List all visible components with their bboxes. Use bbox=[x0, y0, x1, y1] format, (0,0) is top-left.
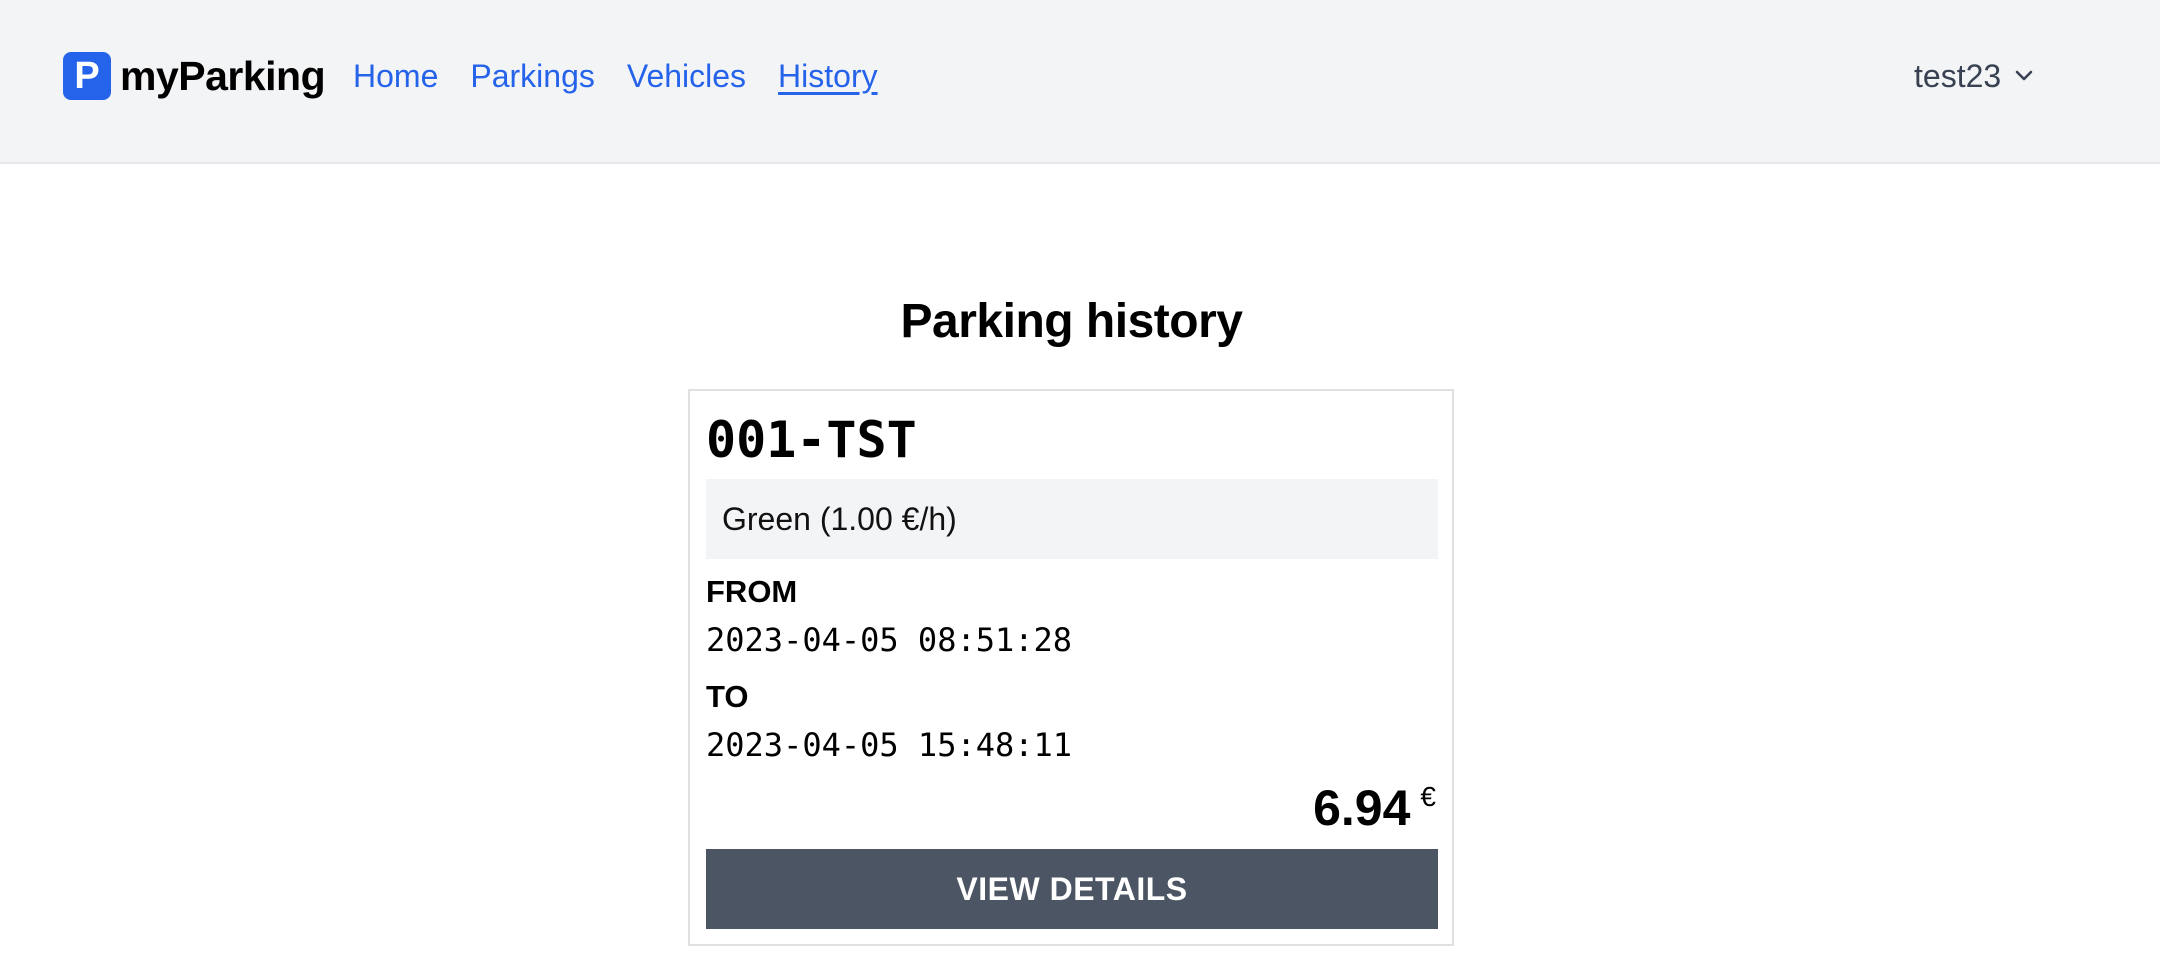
to-value: 2023-04-05 15:48:11 bbox=[706, 726, 1073, 764]
license-plate: 001-TST bbox=[706, 411, 917, 469]
from-value: 2023-04-05 08:51:28 bbox=[706, 621, 1073, 659]
page-title: Parking history bbox=[900, 295, 1243, 348]
nav-links: Home Parkings Vehicles History bbox=[353, 52, 910, 100]
view-details-button[interactable]: VIEW DETAILS bbox=[706, 849, 1438, 929]
price-currency: € bbox=[1420, 781, 1436, 812]
price-amount: 6.94 bbox=[1313, 780, 1411, 836]
nav-link-home[interactable]: Home bbox=[353, 58, 438, 95]
parking-logo-icon: P bbox=[63, 52, 111, 100]
brand-name: myParking bbox=[120, 52, 326, 99]
nav-link-vehicles[interactable]: Vehicles bbox=[627, 58, 746, 95]
chevron-down-icon bbox=[2015, 70, 2033, 81]
from-label: FROM bbox=[706, 574, 798, 609]
navbar: P myParking Home Parkings Vehicles Histo… bbox=[0, 0, 2160, 164]
parking-history-card: 001-TST Green (1.00 €/h) FROM 2023-04-05… bbox=[688, 389, 1454, 946]
user-name: test23 bbox=[1914, 57, 2002, 94]
to-label: TO bbox=[706, 679, 749, 714]
nav-link-history[interactable]: History bbox=[778, 58, 878, 95]
zone-badge: Green (1.00 €/h) bbox=[706, 479, 1438, 559]
nav-link-parkings[interactable]: Parkings bbox=[470, 58, 595, 95]
user-menu[interactable]: test23 bbox=[1914, 52, 2033, 100]
brand-link[interactable]: P myParking bbox=[63, 52, 326, 100]
price: 6.94 € bbox=[1313, 779, 1436, 837]
